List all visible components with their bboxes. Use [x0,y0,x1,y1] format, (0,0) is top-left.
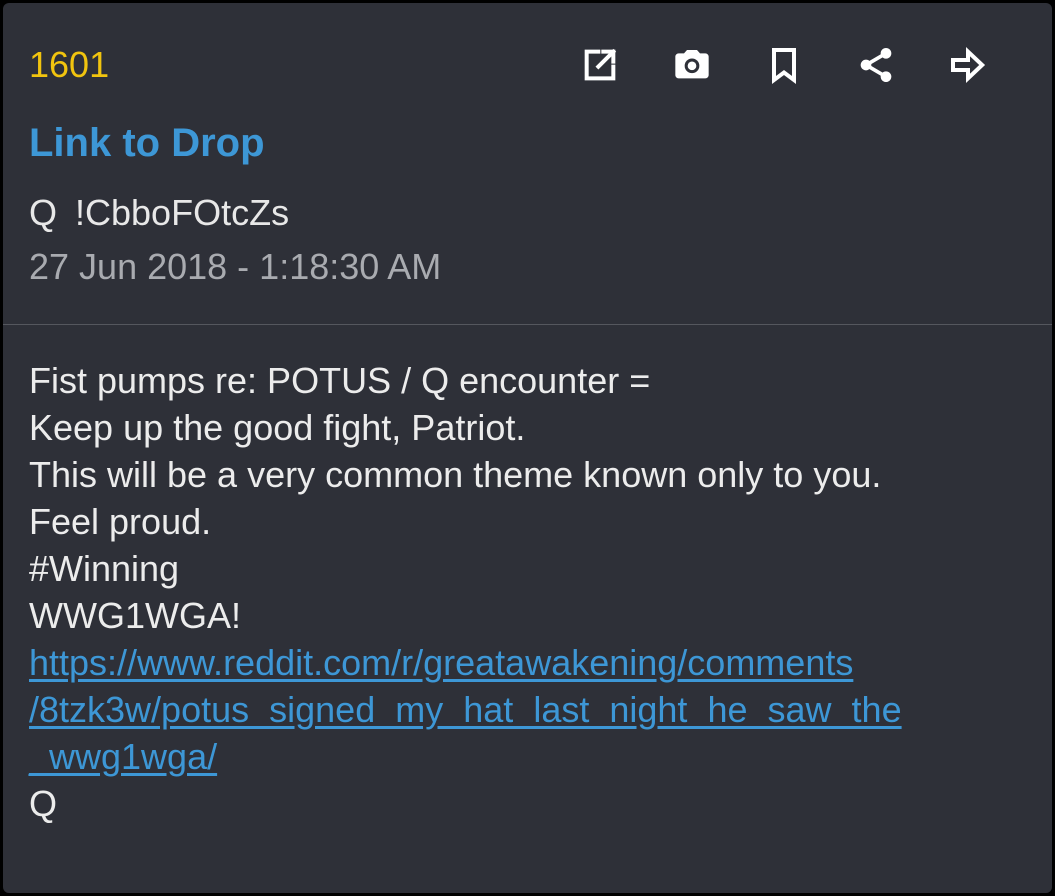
post-timestamp: 27 Jun 2018 - 1:18:30 AM [29,246,442,287]
body-line: #Winning [29,548,180,589]
drop-header: 1601 Link to Drop Q !CbboFOtcZs 27 Jun 2… [3,3,1052,324]
bookmark-icon [772,48,796,84]
author-tripcode: !CbboFOtcZs [75,192,290,233]
drop-card: 1601 Link to Drop Q !CbboFOtcZs 27 Jun 2… [3,3,1052,893]
body-line: Keep up the good fight, Patriot. [29,407,526,448]
header-divider [3,324,1052,325]
body-line: WWG1WGA! [29,595,241,636]
open-external-icon [584,48,617,81]
reddit-link[interactable]: https://www.reddit.com/r/greatawakening/… [29,639,1019,780]
screenshot-button[interactable] [646,41,738,89]
share-icon [860,48,892,82]
reddit-link-line[interactable]: /8tzk3w/potus_signed_my_hat_last_night_h… [29,686,1019,733]
drop-number: 1601 [29,44,110,85]
link-to-drop[interactable]: Link to Drop [29,117,265,169]
forward-icon [951,47,986,83]
reddit-link-line[interactable]: https://www.reddit.com/r/greatawakening/… [29,639,1019,686]
reddit-link-line[interactable]: _wwg1wga/ [29,733,1019,780]
author-line: Q !CbboFOtcZs [29,189,289,237]
body-line: Feel proud. [29,501,212,542]
drop-toolbar [554,41,1014,89]
bookmark-button[interactable] [738,41,830,89]
body-signature: Q [29,783,58,824]
author-name: Q [29,192,58,233]
body-line: Fist pumps re: POTUS / Q encounter = [29,360,651,401]
forward-button[interactable] [922,41,1014,89]
body-line: This will be a very common theme known o… [29,454,882,495]
open-external-button[interactable] [554,41,646,89]
drop-body: Fist pumps re: POTUS / Q encounter = Kee… [29,357,1019,827]
share-button[interactable] [830,41,922,89]
camera-icon [675,50,709,79]
